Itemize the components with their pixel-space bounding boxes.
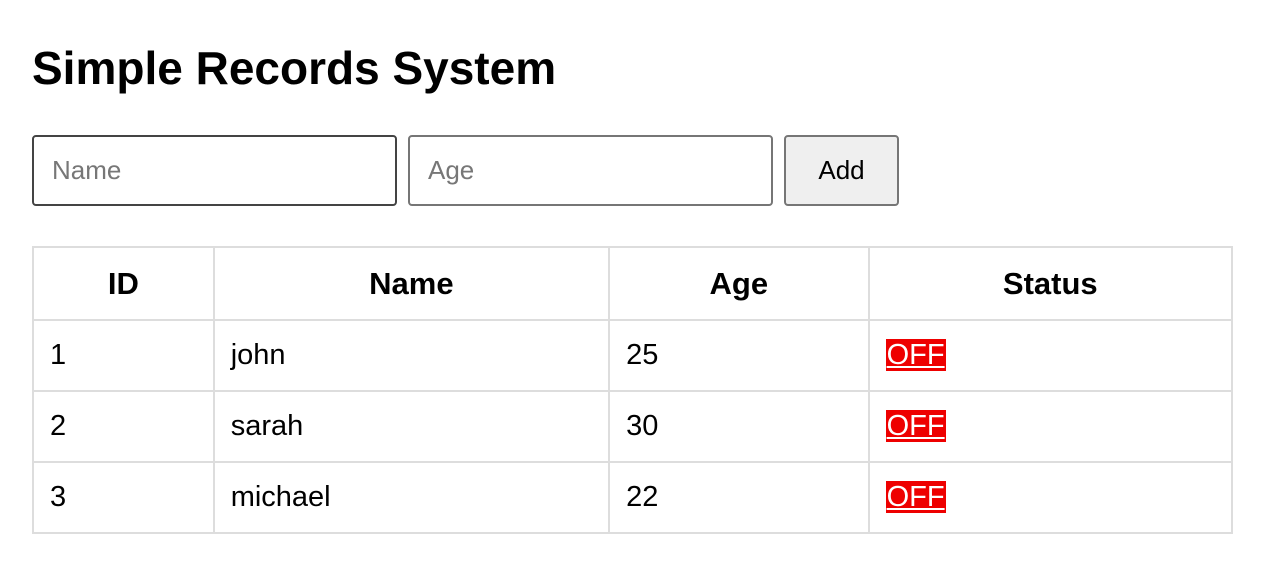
status-toggle-link[interactable]: OFF <box>885 481 946 513</box>
records-table: ID Name Age Status 1 john 25 OFF 2 sarah… <box>32 246 1234 534</box>
status-toggle-link[interactable]: OFF <box>885 339 946 371</box>
cell-id: 3 <box>32 461 215 534</box>
add-record-form: Add <box>32 135 899 206</box>
column-header-status: Status <box>867 246 1234 321</box>
cell-name: john <box>212 319 611 392</box>
page-title: Simple Records System <box>32 42 557 94</box>
cell-status: OFF <box>867 390 1234 463</box>
column-header-id: ID <box>32 246 215 321</box>
age-input[interactable] <box>408 135 773 206</box>
table-row: 3 michael 22 OFF <box>32 461 1234 534</box>
cell-status: OFF <box>867 461 1234 534</box>
cell-age: 25 <box>608 319 870 392</box>
add-button[interactable]: Add <box>784 135 899 206</box>
table-header-row: ID Name Age Status <box>32 246 1234 321</box>
cell-id: 1 <box>32 319 215 392</box>
cell-age: 30 <box>608 390 870 463</box>
column-header-name: Name <box>212 246 611 321</box>
cell-age: 22 <box>608 461 870 534</box>
column-header-age: Age <box>608 246 870 321</box>
status-toggle-link[interactable]: OFF <box>885 410 946 442</box>
name-input[interactable] <box>32 135 397 206</box>
cell-name: sarah <box>212 390 611 463</box>
table-row: 2 sarah 30 OFF <box>32 390 1234 463</box>
cell-name: michael <box>212 461 611 534</box>
table-row: 1 john 25 OFF <box>32 319 1234 392</box>
cell-status: OFF <box>867 319 1234 392</box>
cell-id: 2 <box>32 390 215 463</box>
